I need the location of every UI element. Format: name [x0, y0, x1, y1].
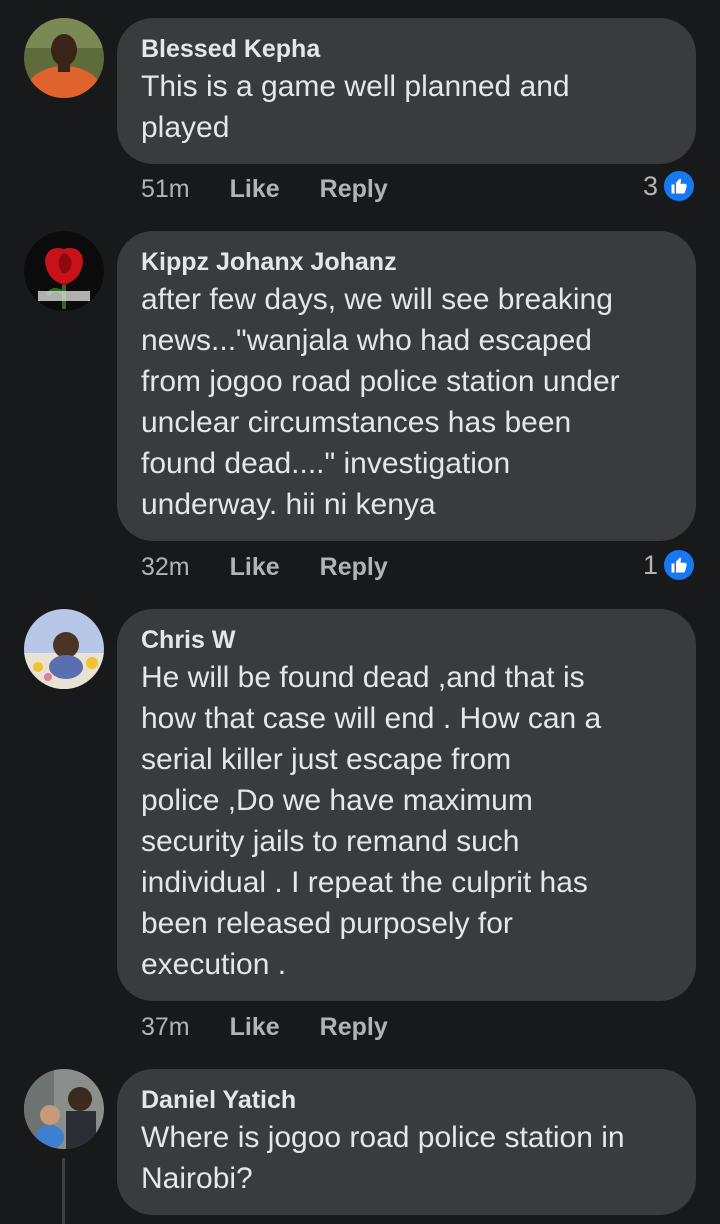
- comment-text: after few days, we will see breaking new…: [141, 283, 620, 521]
- comment-author[interactable]: Daniel Yatich: [141, 1083, 672, 1117]
- like-thumbs-up-icon: [662, 169, 696, 203]
- comment-bubble: Chris W He will be found dead ,and that …: [117, 609, 696, 1001]
- avatar[interactable]: [24, 1069, 104, 1149]
- comment-bubble: Kippz Johanx Johanz after few days, we w…: [117, 231, 696, 541]
- avatar[interactable]: [24, 231, 104, 311]
- avatar[interactable]: [24, 18, 104, 98]
- comment-timestamp[interactable]: 51m: [141, 175, 190, 204]
- reply-button[interactable]: Reply: [320, 1013, 388, 1042]
- comment-timestamp[interactable]: 32m: [141, 553, 190, 582]
- comment-actions: 32m Like Reply: [141, 547, 388, 587]
- like-button[interactable]: Like: [230, 1013, 280, 1042]
- comment-author[interactable]: Kippz Johanx Johanz: [141, 245, 672, 279]
- reply-button[interactable]: Reply: [320, 175, 388, 204]
- comment-text: He will be found dead ,and that is how t…: [141, 661, 602, 981]
- comment-timestamp[interactable]: 37m: [141, 1013, 190, 1042]
- reaction-count: 3: [642, 170, 658, 201]
- like-button[interactable]: Like: [230, 553, 280, 582]
- comment-text: This is a game well planned and played: [141, 70, 570, 144]
- avatar-image: [24, 609, 104, 689]
- reaction-summary[interactable]: 3: [643, 166, 696, 206]
- comment-text: Where is jogoo road police station in Na…: [141, 1121, 625, 1195]
- comment-bubble: Blessed Kepha This is a game well planne…: [117, 18, 696, 164]
- comment-bubble: Daniel Yatich Where is jogoo road police…: [117, 1069, 696, 1215]
- reply-button[interactable]: Reply: [320, 553, 388, 582]
- comment-actions: 51m Like Reply: [141, 169, 388, 209]
- avatar[interactable]: [24, 609, 104, 689]
- reaction-count: 1: [642, 549, 658, 580]
- like-button[interactable]: Like: [230, 175, 280, 204]
- avatar-image: [24, 1069, 104, 1149]
- reply-thread-line: [62, 1158, 65, 1224]
- avatar-image: [24, 18, 104, 98]
- avatar-image: [24, 231, 104, 311]
- reaction-summary[interactable]: 1: [643, 545, 696, 585]
- comment-author[interactable]: Chris W: [141, 623, 672, 657]
- comment-actions: 37m Like Reply: [141, 1007, 388, 1047]
- like-thumbs-up-icon: [662, 548, 696, 582]
- comment-author[interactable]: Blessed Kepha: [141, 32, 672, 66]
